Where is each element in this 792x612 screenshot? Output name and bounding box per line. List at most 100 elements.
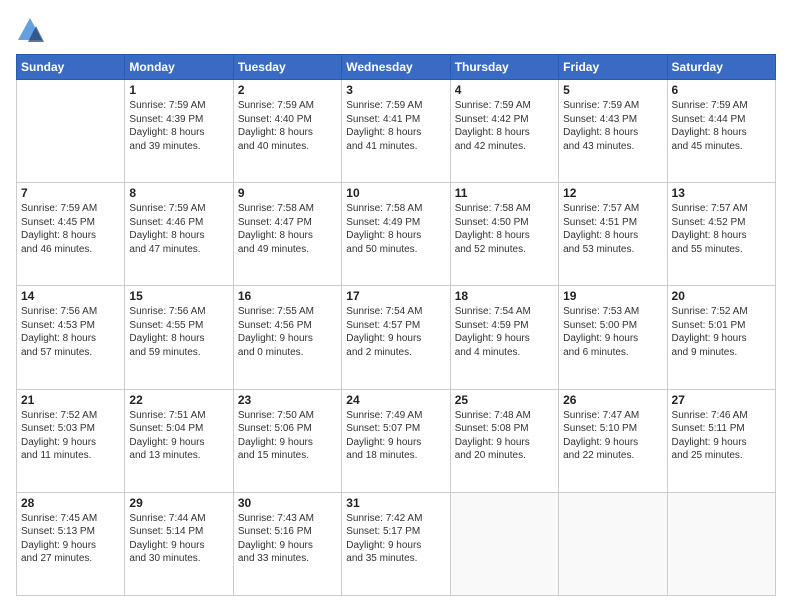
day-number: 1 (129, 83, 228, 97)
weekday-header-thursday: Thursday (450, 55, 558, 80)
week-row-3: 14 Sunrise: 7:56 AM Sunset: 4:53 PM Dayli… (17, 286, 776, 389)
day-info: Sunrise: 7:59 AM Sunset: 4:39 PM Dayligh… (129, 99, 228, 153)
day-info: Sunrise: 7:51 AM Sunset: 5:04 PM Dayligh… (129, 409, 228, 463)
day-info: Sunrise: 7:52 AM Sunset: 5:01 PM Dayligh… (672, 305, 771, 359)
day-number: 13 (672, 186, 771, 200)
day-info: Sunrise: 7:59 AM Sunset: 4:45 PM Dayligh… (21, 202, 120, 256)
weekday-header-monday: Monday (125, 55, 233, 80)
calendar-cell: 13 Sunrise: 7:57 AM Sunset: 4:52 PM Dayli… (667, 183, 775, 286)
calendar-cell: 4 Sunrise: 7:59 AM Sunset: 4:42 PM Daylig… (450, 80, 558, 183)
day-number: 9 (238, 186, 337, 200)
day-info: Sunrise: 7:56 AM Sunset: 4:53 PM Dayligh… (21, 305, 120, 359)
day-number: 7 (21, 186, 120, 200)
calendar-cell: 19 Sunrise: 7:53 AM Sunset: 5:00 PM Dayli… (559, 286, 667, 389)
calendar-cell: 23 Sunrise: 7:50 AM Sunset: 5:06 PM Dayli… (233, 389, 341, 492)
day-info: Sunrise: 7:58 AM Sunset: 4:50 PM Dayligh… (455, 202, 554, 256)
calendar-cell: 12 Sunrise: 7:57 AM Sunset: 4:51 PM Dayli… (559, 183, 667, 286)
day-info: Sunrise: 7:43 AM Sunset: 5:16 PM Dayligh… (238, 512, 337, 566)
day-number: 3 (346, 83, 445, 97)
calendar-cell: 31 Sunrise: 7:42 AM Sunset: 5:17 PM Dayli… (342, 492, 450, 595)
calendar-cell (17, 80, 125, 183)
day-info: Sunrise: 7:59 AM Sunset: 4:40 PM Dayligh… (238, 99, 337, 153)
day-info: Sunrise: 7:52 AM Sunset: 5:03 PM Dayligh… (21, 409, 120, 463)
day-number: 14 (21, 289, 120, 303)
day-info: Sunrise: 7:54 AM Sunset: 4:59 PM Dayligh… (455, 305, 554, 359)
weekday-header-sunday: Sunday (17, 55, 125, 80)
day-number: 5 (563, 83, 662, 97)
calendar-cell: 9Sunrise: 7:58 AM Sunset: 4:47 PM Daylig… (233, 183, 341, 286)
week-row-4: 21 Sunrise: 7:52 AM Sunset: 5:03 PM Dayli… (17, 389, 776, 492)
day-info: Sunrise: 7:59 AM Sunset: 4:42 PM Dayligh… (455, 99, 554, 153)
day-number: 10 (346, 186, 445, 200)
day-number: 31 (346, 496, 445, 510)
calendar-cell: 3 Sunrise: 7:59 AM Sunset: 4:41 PM Daylig… (342, 80, 450, 183)
day-number: 28 (21, 496, 120, 510)
day-number: 27 (672, 393, 771, 407)
weekday-header-saturday: Saturday (667, 55, 775, 80)
weekday-header-row: SundayMondayTuesdayWednesdayThursdayFrid… (17, 55, 776, 80)
day-info: Sunrise: 7:59 AM Sunset: 4:41 PM Dayligh… (346, 99, 445, 153)
calendar-cell: 18 Sunrise: 7:54 AM Sunset: 4:59 PM Dayli… (450, 286, 558, 389)
day-number: 4 (455, 83, 554, 97)
weekday-header-friday: Friday (559, 55, 667, 80)
day-number: 19 (563, 289, 662, 303)
day-number: 11 (455, 186, 554, 200)
day-number: 21 (21, 393, 120, 407)
day-number: 2 (238, 83, 337, 97)
calendar-cell: 14 Sunrise: 7:56 AM Sunset: 4:53 PM Dayli… (17, 286, 125, 389)
calendar-cell: 20 Sunrise: 7:52 AM Sunset: 5:01 PM Dayli… (667, 286, 775, 389)
week-row-2: 7 Sunrise: 7:59 AM Sunset: 4:45 PM Daylig… (17, 183, 776, 286)
calendar-cell: 10Sunrise: 7:58 AM Sunset: 4:49 PM Dayli… (342, 183, 450, 286)
calendar-cell (450, 492, 558, 595)
logo (16, 16, 48, 44)
calendar-cell: 2 Sunrise: 7:59 AM Sunset: 4:40 PM Daylig… (233, 80, 341, 183)
calendar-cell: 7 Sunrise: 7:59 AM Sunset: 4:45 PM Daylig… (17, 183, 125, 286)
calendar-cell: 25 Sunrise: 7:48 AM Sunset: 5:08 PM Dayli… (450, 389, 558, 492)
day-number: 18 (455, 289, 554, 303)
day-info: Sunrise: 7:47 AM Sunset: 5:10 PM Dayligh… (563, 409, 662, 463)
logo-icon (16, 16, 44, 44)
day-info: Sunrise: 7:57 AM Sunset: 4:51 PM Dayligh… (563, 202, 662, 256)
week-row-5: 28Sunrise: 7:45 AM Sunset: 5:13 PM Dayli… (17, 492, 776, 595)
day-number: 6 (672, 83, 771, 97)
day-info: Sunrise: 7:59 AM Sunset: 4:43 PM Dayligh… (563, 99, 662, 153)
calendar-table: SundayMondayTuesdayWednesdayThursdayFrid… (16, 54, 776, 596)
day-info: Sunrise: 7:50 AM Sunset: 5:06 PM Dayligh… (238, 409, 337, 463)
day-info: Sunrise: 7:42 AM Sunset: 5:17 PM Dayligh… (346, 512, 445, 566)
weekday-header-wednesday: Wednesday (342, 55, 450, 80)
calendar-cell: 21 Sunrise: 7:52 AM Sunset: 5:03 PM Dayli… (17, 389, 125, 492)
day-info: Sunrise: 7:48 AM Sunset: 5:08 PM Dayligh… (455, 409, 554, 463)
day-info: Sunrise: 7:53 AM Sunset: 5:00 PM Dayligh… (563, 305, 662, 359)
day-number: 26 (563, 393, 662, 407)
calendar-cell: 8 Sunrise: 7:59 AM Sunset: 4:46 PM Daylig… (125, 183, 233, 286)
day-info: Sunrise: 7:44 AM Sunset: 5:14 PM Dayligh… (129, 512, 228, 566)
day-number: 20 (672, 289, 771, 303)
calendar-cell: 6 Sunrise: 7:59 AM Sunset: 4:44 PM Daylig… (667, 80, 775, 183)
calendar-cell: 5 Sunrise: 7:59 AM Sunset: 4:43 PM Daylig… (559, 80, 667, 183)
day-info: Sunrise: 7:49 AM Sunset: 5:07 PM Dayligh… (346, 409, 445, 463)
day-info: Sunrise: 7:59 AM Sunset: 4:44 PM Dayligh… (672, 99, 771, 153)
calendar-cell: 11 Sunrise: 7:58 AM Sunset: 4:50 PM Dayli… (450, 183, 558, 286)
day-number: 12 (563, 186, 662, 200)
calendar-cell: 28Sunrise: 7:45 AM Sunset: 5:13 PM Dayli… (17, 492, 125, 595)
day-info: Sunrise: 7:57 AM Sunset: 4:52 PM Dayligh… (672, 202, 771, 256)
day-number: 16 (238, 289, 337, 303)
day-number: 25 (455, 393, 554, 407)
day-number: 23 (238, 393, 337, 407)
week-row-1: 1 Sunrise: 7:59 AM Sunset: 4:39 PM Daylig… (17, 80, 776, 183)
header (16, 16, 776, 44)
day-info: Sunrise: 7:54 AM Sunset: 4:57 PM Dayligh… (346, 305, 445, 359)
calendar-cell: 26 Sunrise: 7:47 AM Sunset: 5:10 PM Dayli… (559, 389, 667, 492)
day-number: 15 (129, 289, 228, 303)
calendar-cell: 15Sunrise: 7:56 AM Sunset: 4:55 PM Dayli… (125, 286, 233, 389)
day-info: Sunrise: 7:46 AM Sunset: 5:11 PM Dayligh… (672, 409, 771, 463)
calendar-cell: 24 Sunrise: 7:49 AM Sunset: 5:07 PM Dayli… (342, 389, 450, 492)
calendar-cell: 17Sunrise: 7:54 AM Sunset: 4:57 PM Dayli… (342, 286, 450, 389)
day-info: Sunrise: 7:59 AM Sunset: 4:46 PM Dayligh… (129, 202, 228, 256)
calendar-cell (667, 492, 775, 595)
calendar-cell: 22Sunrise: 7:51 AM Sunset: 5:04 PM Dayli… (125, 389, 233, 492)
calendar-cell: 1 Sunrise: 7:59 AM Sunset: 4:39 PM Daylig… (125, 80, 233, 183)
day-number: 8 (129, 186, 228, 200)
day-number: 24 (346, 393, 445, 407)
weekday-header-tuesday: Tuesday (233, 55, 341, 80)
